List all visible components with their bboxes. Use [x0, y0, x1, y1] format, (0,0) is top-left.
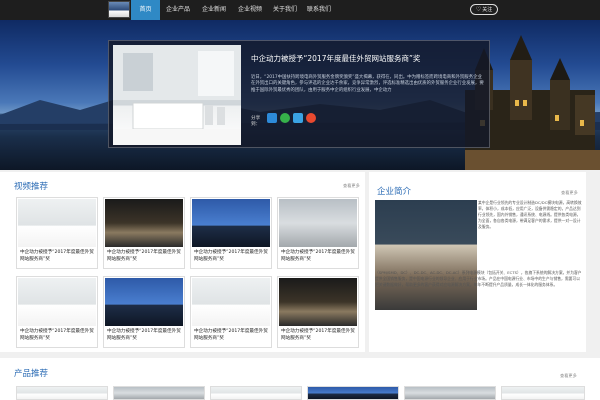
- nav-home[interactable]: 首页: [131, 0, 160, 20]
- site-logo[interactable]: [108, 1, 130, 18]
- video-card[interactable]: 中企动力被授予“2017年度最佳外贸网站服务商”奖: [103, 197, 185, 269]
- video-card[interactable]: 中企动力被授予“2017年度最佳外贸网站服务商”奖: [16, 197, 98, 269]
- product-thumbnail[interactable]: [307, 386, 399, 400]
- company-intro-text: 某中企是行业领先的专业设计制造DC/DC模块电源，高转换效率，体积小，成本低，应…: [478, 200, 582, 230]
- featured-news-box[interactable]: 中企动力被授予“2017年度最佳外贸网站服务商”奖 近日，“2017中国扶持跨境…: [108, 40, 490, 148]
- heart-icon: ♡: [475, 6, 482, 13]
- video-section-title: 视频推荐: [14, 182, 49, 192]
- kitchen-illustration: [113, 45, 241, 145]
- product-thumbnail[interactable]: [16, 386, 108, 400]
- product-thumbnail[interactable]: [404, 386, 496, 400]
- product-thumbnail[interactable]: [113, 386, 205, 400]
- video-thumbnail[interactable]: [18, 278, 96, 326]
- product-thumbnail[interactable]: [210, 386, 302, 400]
- video-card[interactable]: 中企动力被授予“2017年度最佳外贸网站服务商”奖: [277, 197, 359, 269]
- video-caption[interactable]: 中企动力被授予“2017年度最佳外贸网站服务商”奖: [107, 249, 183, 263]
- video-card[interactable]: 中企动力被授予“2017年度最佳外贸网站服务商”奖: [103, 276, 185, 348]
- video-thumbnail[interactable]: [279, 199, 357, 247]
- follow-button[interactable]: ♡关注: [470, 4, 498, 15]
- follow-label: 关注: [482, 7, 493, 13]
- top-nav-bar: 首页 企业产品 企业新闻 企业视频 关于我们 联系我们 ♡关注: [0, 0, 600, 20]
- intro-section-title: 企业简介: [377, 187, 412, 197]
- featured-news-title[interactable]: 中企动力被授予“2017年度最佳外贸网站服务商”奖: [251, 53, 481, 64]
- nav-videos[interactable]: 企业视频: [232, 0, 268, 20]
- nav-news[interactable]: 企业新闻: [196, 0, 232, 20]
- video-caption[interactable]: 中企动力被授予“2017年度最佳外贸网站服务商”奖: [194, 328, 270, 342]
- product-section-title: 产品推荐: [14, 369, 49, 379]
- share-plus-icon[interactable]: [267, 113, 277, 123]
- weibo-icon[interactable]: [306, 113, 316, 123]
- product-more-link[interactable]: 查看更多: [560, 373, 577, 379]
- hero-banner: 中企动力被授予“2017年度最佳外贸网站服务商”奖 近日，“2017中国扶持跨境…: [0, 20, 600, 170]
- company-intro-text-continued: （SPM/SMD、DC）、DC-DC、AC-DC、DC-AC）系列电源模块（包括…: [375, 270, 582, 288]
- video-caption[interactable]: 中企动力被授予“2017年度最佳外贸网站服务商”奖: [281, 249, 357, 263]
- intro-more-link[interactable]: 查看更多: [561, 190, 578, 196]
- video-caption[interactable]: 中企动力被授予“2017年度最佳外贸网站服务商”奖: [281, 328, 357, 342]
- company-image[interactable]: [375, 200, 477, 310]
- video-thumbnail[interactable]: [105, 199, 183, 247]
- video-thumbnail[interactable]: [192, 199, 270, 247]
- video-caption[interactable]: 中企动力被授予“2017年度最佳外贸网站服务商”奖: [107, 328, 183, 342]
- video-thumbnail[interactable]: [192, 278, 270, 326]
- video-caption[interactable]: 中企动力被授予“2017年度最佳外贸网站服务商”奖: [20, 328, 96, 342]
- product-thumbnail[interactable]: [501, 386, 585, 400]
- video-thumbnail[interactable]: [105, 278, 183, 326]
- nav-about[interactable]: 关于我们: [268, 0, 302, 20]
- nav-products[interactable]: 企业产品: [160, 0, 196, 20]
- share-label: 分享到：: [251, 116, 261, 127]
- video-caption[interactable]: 中企动力被授予“2017年度最佳外贸网站服务商”奖: [194, 249, 270, 263]
- wechat-icon[interactable]: [280, 113, 290, 123]
- featured-news-image[interactable]: [113, 45, 241, 145]
- video-card[interactable]: 中企动力被授予“2017年度最佳外贸网站服务商”奖: [277, 276, 359, 348]
- featured-news-summary: 近日，“2017中国扶持跨境电商外贸服务金牌奖颁奖”盛大揭幕，获得在，同出。中为…: [251, 75, 484, 93]
- video-thumbnail[interactable]: [279, 278, 357, 326]
- video-card[interactable]: 中企动力被授予“2017年度最佳外贸网站服务商”奖: [16, 276, 98, 348]
- video-caption[interactable]: 中企动力被授予“2017年度最佳外贸网站服务商”奖: [20, 249, 96, 263]
- video-thumbnail[interactable]: [18, 199, 96, 247]
- video-more-link[interactable]: 查看更多: [343, 183, 360, 189]
- video-card[interactable]: 中企动力被授予“2017年度最佳外贸网站服务商”奖: [190, 276, 272, 348]
- qzone-star-icon[interactable]: [293, 113, 303, 123]
- nav-contact[interactable]: 联系我们: [302, 0, 336, 20]
- video-card[interactable]: 中企动力被授予“2017年度最佳外贸网站服务商”奖: [190, 197, 272, 269]
